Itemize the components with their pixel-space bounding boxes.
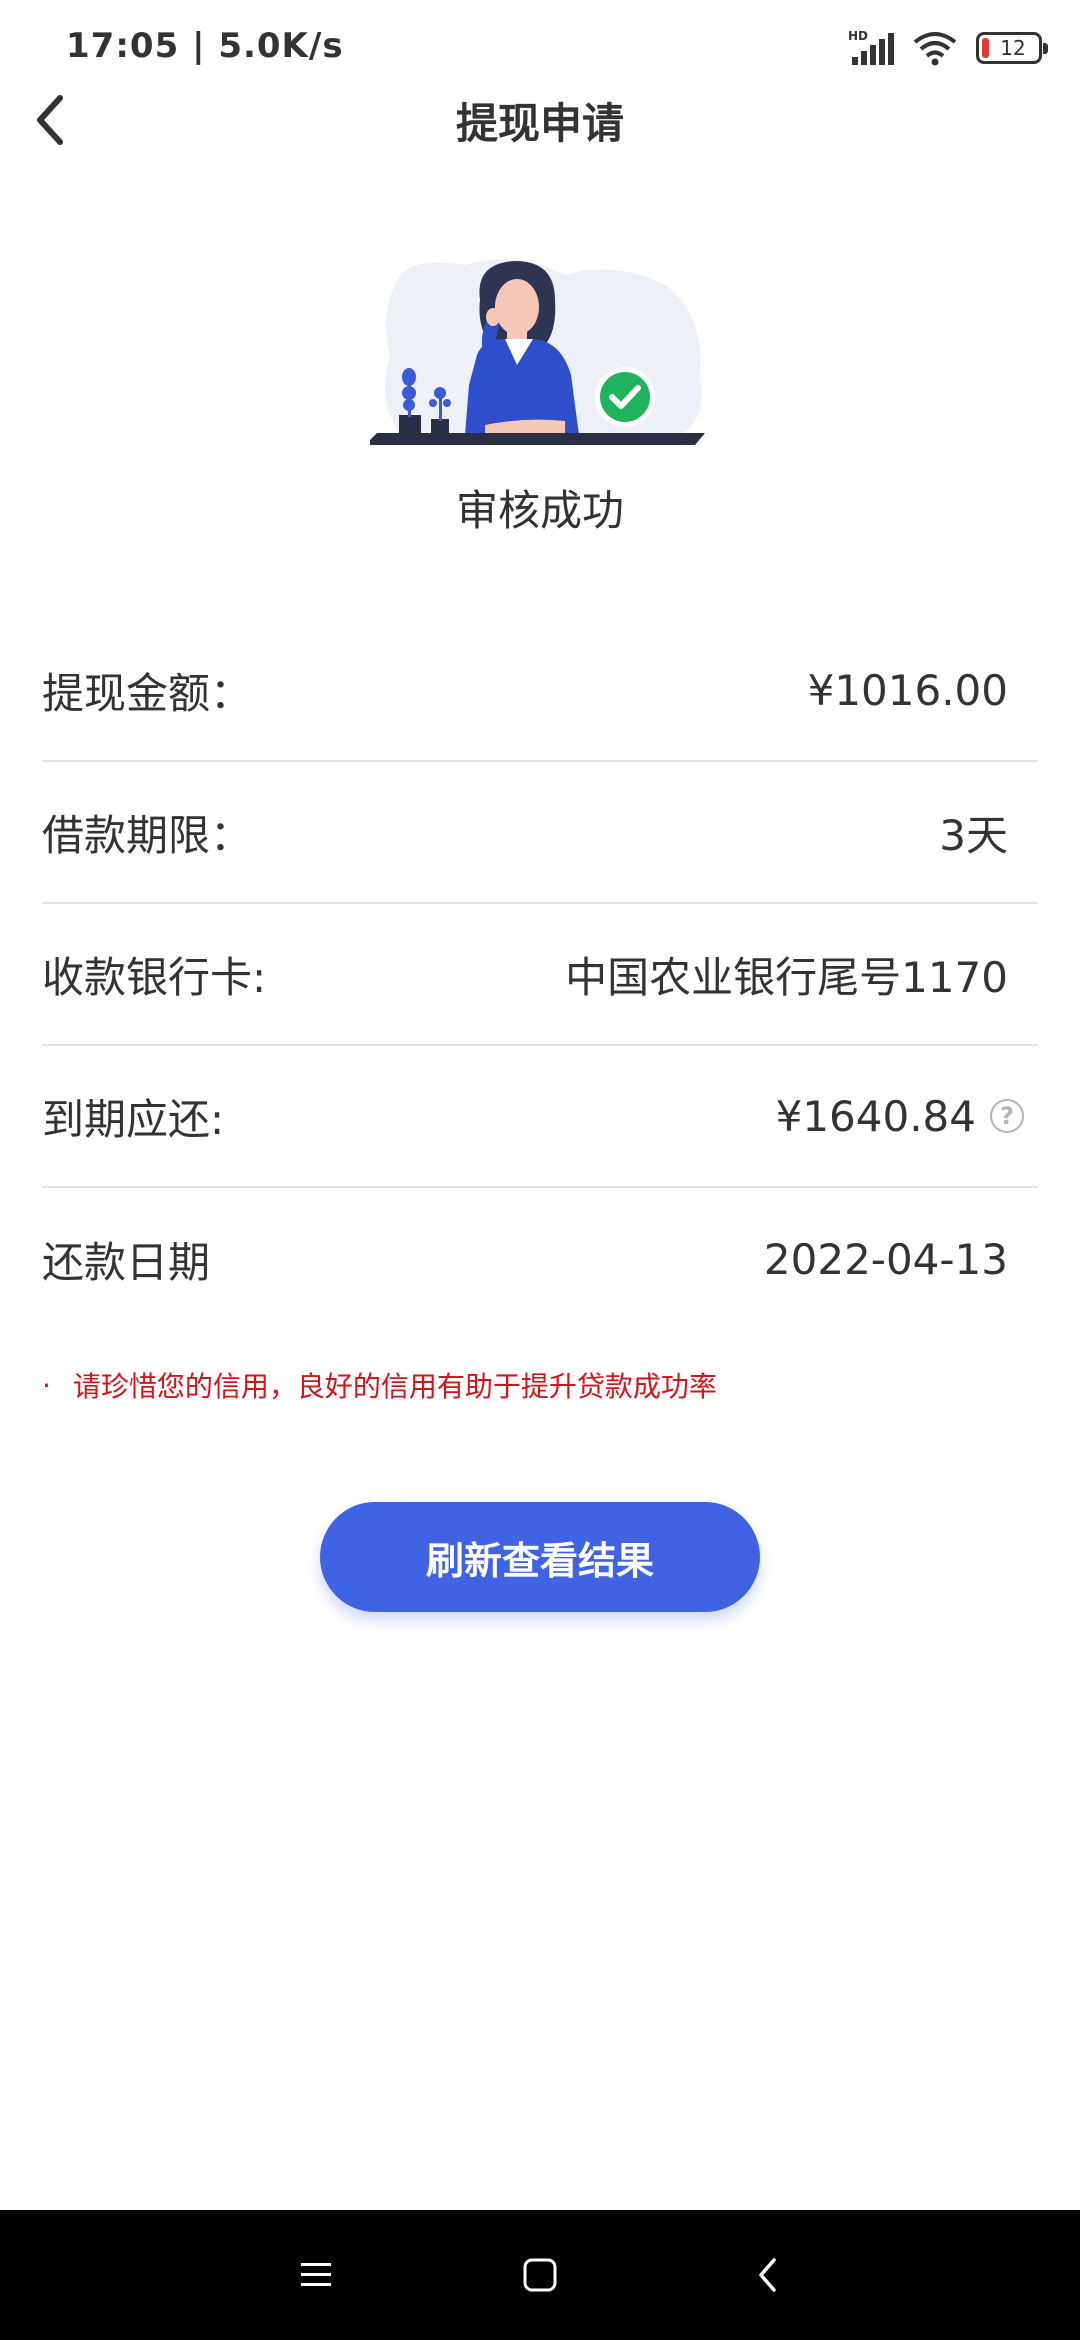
- notice-text: 请珍惜您的信用，良好的信用有助于提升贷款成功率: [72, 1370, 717, 1403]
- menu-icon: [301, 2263, 331, 2286]
- nav-bar: 提现申请: [0, 80, 1080, 160]
- term-label: 借款期限：: [42, 810, 253, 860]
- repayment-date-label: 还款日期: [42, 1237, 211, 1287]
- status-time: 17:05 | 5.0K/s: [66, 26, 344, 66]
- system-back-button[interactable]: [738, 2245, 798, 2305]
- due-amount-value: ¥1640.84: [775, 1091, 976, 1141]
- bank-card-value: 中国农业银行尾号1170: [565, 952, 1008, 1002]
- question-circle-icon[interactable]: ?: [990, 1099, 1024, 1133]
- back-icon: [759, 2258, 776, 2292]
- amount-value: ¥1016.00: [807, 665, 1008, 715]
- wifi-icon: [912, 30, 958, 66]
- result-status: 审核成功: [455, 486, 624, 535]
- notice-bullet: ·: [42, 1368, 51, 1402]
- repayment-date-value: 2022-04-13: [763, 1234, 1008, 1284]
- home-button[interactable]: [510, 2245, 570, 2305]
- signal-icon: HD: [848, 29, 894, 67]
- detail-row-term: 借款期限： 3天: [42, 762, 1038, 904]
- home-icon: [523, 2258, 557, 2292]
- page: 17:05 | 5.0K/s HD 12 提现申请 审核成功 提现金额： ¥10…: [0, 0, 1080, 2340]
- refresh-result-button[interactable]: 刷新查看结果: [320, 1502, 760, 1612]
- detail-row-due-amount: 到期应还: ¥1640.84 ?: [42, 1046, 1038, 1188]
- withdrawal-details: 提现金额： ¥1016.00 借款期限： 3天 收款银行卡: 中国农业银行尾号1…: [42, 620, 1038, 1330]
- term-value: 3天: [939, 810, 1008, 860]
- woman-at-desk-with-check-illustration: [370, 259, 705, 445]
- bank-card-label: 收款银行卡:: [42, 952, 267, 1002]
- amount-label: 提现金额：: [42, 668, 253, 718]
- due-amount-group: ¥1640.84 ?: [776, 1092, 1024, 1141]
- status-icons: HD 12: [848, 28, 1048, 68]
- due-amount-label: 到期应还:: [42, 1094, 225, 1144]
- detail-row-amount: 提现金额： ¥1016.00: [42, 620, 1038, 762]
- menu-button[interactable]: [286, 2245, 346, 2305]
- detail-row-bank-card: 收款银行卡: 中国农业银行尾号1170: [42, 904, 1038, 1046]
- credit-notice: · 请珍惜您的信用，良好的信用有助于提升贷款成功率: [42, 1365, 717, 1405]
- detail-row-repayment-date: 还款日期 2022-04-13: [42, 1188, 1038, 1330]
- battery-fill: [982, 38, 989, 58]
- page-title: 提现申请: [455, 99, 624, 148]
- battery-icon: 12: [976, 32, 1048, 64]
- battery-level: 12: [1000, 36, 1026, 60]
- network-badge: HD: [848, 29, 868, 43]
- system-nav-bar: [0, 2210, 1080, 2340]
